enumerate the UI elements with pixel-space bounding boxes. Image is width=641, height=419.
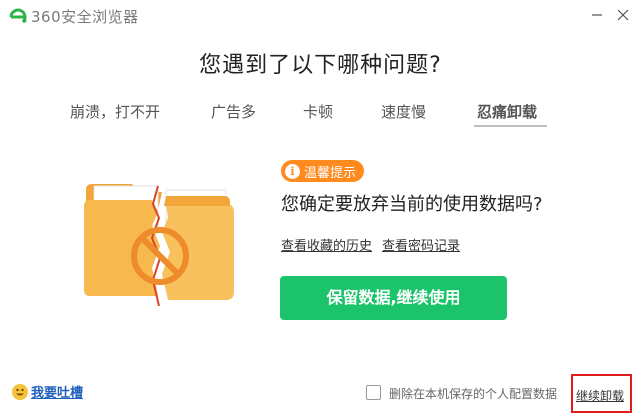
minimize-icon[interactable] — [586, 4, 608, 26]
tab-lag[interactable]: 卡顿 — [303, 101, 333, 122]
feedback-label[interactable]: 我要吐槽 — [31, 382, 83, 401]
feedback-link[interactable]: 我要吐槽 — [12, 382, 83, 401]
info-icon: i — [285, 163, 300, 179]
view-favorites-history-link[interactable]: 查看收藏的历史 — [281, 235, 372, 254]
view-password-records-link[interactable]: 查看密码记录 — [382, 235, 460, 254]
smile-icon — [12, 383, 28, 400]
title-bar: 360安全浏览器 — [0, 0, 641, 30]
tip-label: 温馨提示 — [304, 165, 357, 181]
close-icon[interactable] — [612, 4, 634, 26]
continue-uninstall-link[interactable]: 继续卸载 — [576, 387, 624, 404]
tab-ads[interactable]: 广告多 — [211, 101, 256, 122]
tab-uninstall[interactable]: 忍痛卸载 — [477, 101, 537, 122]
tab-crash[interactable]: 崩溃，打不开 — [70, 101, 160, 122]
tip-badge: i 温馨提示 — [281, 160, 365, 182]
app-logo: 360安全浏览器 — [8, 6, 139, 27]
browser-logo-icon — [9, 8, 27, 23]
problem-tabs: 崩溃，打不开 广告多 卡顿 速度慢 忍痛卸载 — [0, 101, 641, 127]
app-name: 360安全浏览器 — [31, 8, 139, 26]
active-tab-indicator — [474, 125, 547, 127]
delete-config-label[interactable]: 删除在本机保存的个人配置数据 — [389, 385, 557, 402]
keep-data-button[interactable]: 保留数据,继续使用 — [280, 276, 507, 320]
tab-slow[interactable]: 速度慢 — [381, 101, 426, 122]
broken-folder-icon — [84, 184, 234, 306]
page-title: 您遇到了以下哪种问题? — [199, 53, 442, 78]
delete-config-checkbox[interactable] — [366, 385, 381, 400]
confirm-question: 您确定要放弃当前的使用数据吗? — [281, 194, 543, 215]
data-links: 查看收藏的历史 查看密码记录 — [281, 235, 470, 254]
